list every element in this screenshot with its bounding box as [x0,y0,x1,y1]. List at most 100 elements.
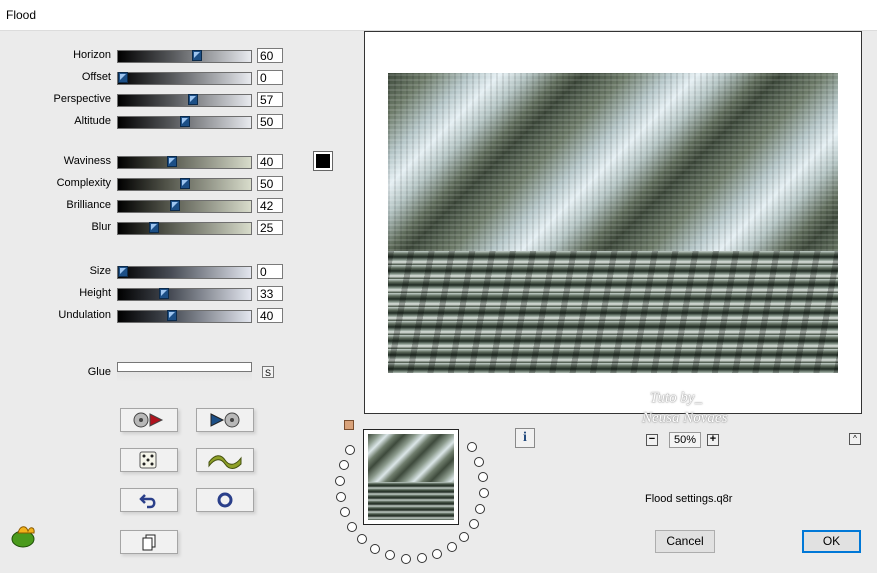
height-slider[interactable] [117,288,252,301]
light-direction-dot[interactable] [446,542,457,553]
horizon-slider-thumb[interactable] [192,50,202,61]
zoom-out-button[interactable]: − [646,434,658,446]
info-button[interactable]: i [515,428,535,448]
reset-button[interactable] [120,408,178,432]
light-direction-dot[interactable] [335,475,346,486]
glue-label: Glue [87,366,111,378]
copy-pages-icon [142,534,156,551]
offset-value-field[interactable]: 0 [257,70,283,85]
zero-button[interactable] [196,488,254,512]
light-direction-dot[interactable] [370,543,381,554]
slider-row-size: Size 0 [0,264,300,280]
waviness-value-field[interactable]: 40 [257,154,283,169]
ok-button[interactable]: OK [802,530,861,553]
light-direction-dot[interactable] [338,459,349,470]
light-direction-dot[interactable] [345,445,356,456]
perspective-slider[interactable] [117,94,252,107]
undo-arrow-icon [139,494,156,509]
preview-sky [388,73,838,251]
film-reel-back-icon [133,412,164,428]
light-direction-dot[interactable] [432,549,443,560]
light-direction-dot[interactable] [416,553,427,564]
preview-image[interactable] [388,73,838,373]
offset-slider[interactable] [117,72,252,85]
undo-button[interactable] [120,488,178,512]
waviness-label: Waviness [63,155,111,167]
altitude-slider-thumb[interactable] [180,116,190,127]
horizon-slider[interactable] [117,50,252,63]
height-value-field[interactable]: 33 [257,286,283,301]
light-direction-dot[interactable] [467,442,478,453]
blur-slider[interactable] [117,222,252,235]
complexity-value-field[interactable]: 50 [257,176,283,191]
altitude-slider[interactable] [117,116,252,129]
waviness-slider[interactable] [117,156,252,169]
height-slider-thumb[interactable] [159,288,169,299]
navigator-thumbnail[interactable] [363,429,459,525]
altitude-value-field[interactable]: 50 [257,114,283,129]
light-direction-dot[interactable] [400,553,411,564]
zoom-in-button[interactable]: + [707,434,719,446]
offset-label: Offset [81,71,111,83]
size-label: Size [89,265,111,277]
copy-button[interactable] [120,530,178,554]
glue-slider[interactable] [117,362,252,372]
brilliance-slider[interactable] [117,200,252,213]
light-direction-dot[interactable] [474,456,485,467]
color-swatch-fill [316,154,330,168]
light-direction-dot[interactable] [346,521,357,532]
perspective-slider-thumb[interactable] [188,94,198,105]
slider-row-brilliance: Brilliance 42 [0,198,300,214]
slider-row-height: Height 33 [0,286,300,302]
navigator-thumbnail-image [368,434,454,520]
light-direction-dot[interactable] [384,550,395,561]
watermark: Tuto by_ Neusa Novaes [642,388,727,428]
apply-button[interactable] [196,408,254,432]
undulation-label: Undulation [58,309,111,321]
perspective-label: Perspective [53,93,111,105]
complexity-label: Complexity [56,177,111,189]
light-direction-dot[interactable] [475,504,486,515]
wave-icon [208,455,242,469]
zoom-level: 50% [669,432,701,448]
brilliance-slider-thumb[interactable] [170,200,180,211]
light-direction-dot[interactable] [357,534,368,545]
glue-slider-shadow [117,372,252,382]
undulation-slider-thumb[interactable] [167,310,177,321]
undulation-slider[interactable] [117,310,252,323]
cancel-button[interactable]: Cancel [655,530,715,553]
light-direction-dot[interactable] [335,491,346,502]
light-direction-dot[interactable] [468,518,479,529]
slider-row-perspective: Perspective 57 [0,92,300,108]
color-swatch[interactable] [313,151,333,171]
blur-label: Blur [91,221,111,233]
size-value-field[interactable]: 0 [257,264,283,279]
randomize-button[interactable] [120,448,178,472]
light-handle[interactable] [344,420,354,430]
blur-slider-thumb[interactable] [149,222,159,233]
size-slider[interactable] [117,266,252,279]
blur-value-field[interactable]: 25 [257,220,283,235]
complexity-slider[interactable] [117,178,252,191]
slider-row-blur: Blur 25 [0,220,300,236]
brilliance-label: Brilliance [66,199,111,211]
slider-row-offset: Offset 0 [0,70,300,86]
settings-filename: Flood settings.q8r [645,493,733,505]
undulation-value-field[interactable]: 40 [257,308,283,323]
light-direction-dot[interactable] [478,472,489,483]
glue-lock-button[interactable]: S [262,366,274,378]
brilliance-value-field[interactable]: 42 [257,198,283,213]
offset-slider-thumb[interactable] [118,72,128,83]
horizon-value-field[interactable]: 60 [257,48,283,63]
size-slider-thumb[interactable] [118,266,128,277]
collapse-button[interactable]: ^ [849,433,861,445]
perspective-value-field[interactable]: 57 [257,92,283,107]
slider-row-horizon: Horizon 60 [0,48,300,64]
wave-preset-button[interactable] [196,448,254,472]
complexity-slider-thumb[interactable] [180,178,190,189]
waviness-slider-thumb[interactable] [167,156,177,167]
light-direction-dot[interactable] [459,531,470,542]
light-direction-dot[interactable] [339,507,350,518]
light-direction-dot[interactable] [478,488,489,499]
height-label: Height [79,287,111,299]
